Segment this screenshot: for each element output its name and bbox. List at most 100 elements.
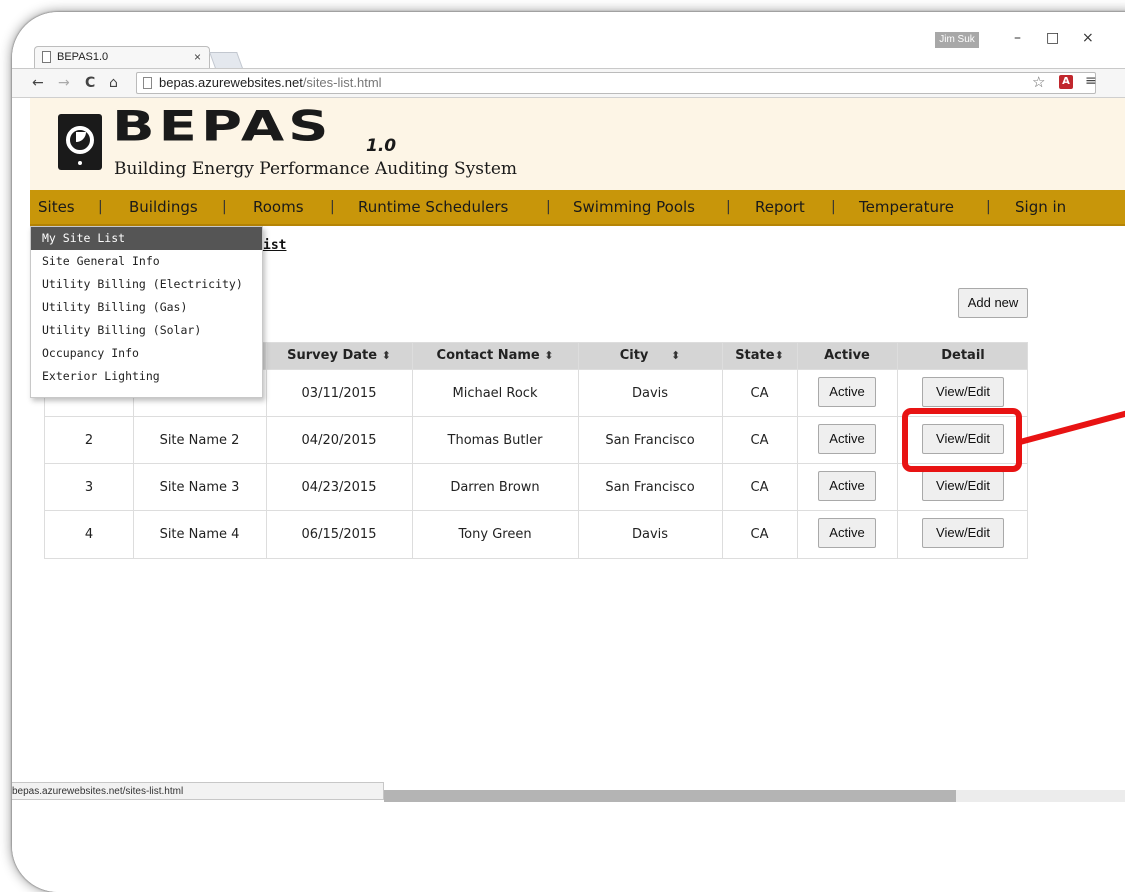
sort-icon: ⬍ bbox=[774, 349, 784, 362]
user-badge[interactable]: Jim Suk bbox=[935, 32, 979, 48]
horizontal-scrollbar-thumb[interactable] bbox=[384, 790, 956, 802]
col-header-active: Active bbox=[824, 348, 870, 363]
cell-state: CA bbox=[750, 480, 769, 495]
col-header-detail: Detail bbox=[941, 348, 985, 363]
main-navbar: Sites | Buildings | Rooms | Runtime Sche… bbox=[30, 190, 1125, 226]
status-bar: bepas.azurewebsites.net/sites-list.html bbox=[12, 782, 1125, 892]
forward-icon[interactable]: → bbox=[58, 75, 70, 91]
col-header-survey-date[interactable]: Survey Date ⬍ bbox=[266, 343, 412, 369]
cell-id: 4 bbox=[84, 527, 94, 542]
highlight-annotation-box bbox=[902, 408, 1022, 472]
logo-title: BEPAS bbox=[112, 102, 333, 151]
nav-separator: | bbox=[546, 199, 551, 215]
tab-title: BEPAS1.0 bbox=[57, 51, 109, 63]
url-path: /sites-list.html bbox=[302, 75, 382, 90]
nav-temperature[interactable]: Temperature bbox=[859, 198, 954, 216]
cell-contact-name: Michael Rock bbox=[452, 386, 538, 401]
logo-icon bbox=[58, 114, 102, 170]
menu-item-utility-billing-electricity[interactable]: Utility Billing (Electricity) bbox=[31, 273, 262, 296]
nav-separator: | bbox=[330, 199, 335, 215]
nav-sites[interactable]: Sites bbox=[38, 198, 75, 216]
browser-window: BEPAS1.0 × Jim Suk – □ × ← → C ⌂ bepas.a… bbox=[12, 12, 1125, 892]
col-header-contact-name[interactable]: Contact Name ⬍ bbox=[412, 343, 578, 369]
cell-site-name: Site Name 4 bbox=[159, 527, 240, 542]
cell-contact-name: Thomas Butler bbox=[447, 433, 543, 448]
active-button[interactable]: Active bbox=[818, 518, 876, 548]
nav-separator: | bbox=[222, 199, 227, 215]
browser-menu-icon[interactable]: ≡ bbox=[1085, 73, 1097, 89]
cell-city: San Francisco bbox=[605, 480, 695, 495]
cell-city: San Francisco bbox=[605, 433, 695, 448]
cell-city: Davis bbox=[631, 386, 669, 401]
cell-id: 3 bbox=[84, 480, 94, 495]
active-button[interactable]: Active bbox=[818, 471, 876, 501]
nav-rooms[interactable]: Rooms bbox=[253, 198, 304, 216]
maximize-button[interactable]: □ bbox=[1046, 30, 1059, 46]
cell-id: 2 bbox=[84, 433, 94, 448]
minimize-button[interactable]: – bbox=[1014, 30, 1021, 46]
add-new-button[interactable]: Add new bbox=[958, 288, 1028, 318]
cell-survey-date: 04/23/2015 bbox=[301, 480, 377, 495]
document-icon bbox=[42, 51, 51, 63]
nav-report[interactable]: Report bbox=[755, 198, 805, 216]
cell-survey-date: 06/15/2015 bbox=[301, 527, 377, 542]
bookmark-star-icon[interactable]: ☆ bbox=[1032, 73, 1045, 91]
tab-close-icon[interactable]: × bbox=[194, 50, 201, 64]
browser-tab[interactable]: BEPAS1.0 × bbox=[34, 46, 210, 68]
menu-item-exterior-lighting[interactable]: Exterior Lighting bbox=[31, 365, 262, 388]
col-label: Contact Name bbox=[436, 348, 540, 363]
col-label: State bbox=[735, 348, 775, 363]
table-row: 3 Site Name 3 04/23/2015 Darren Brown Sa… bbox=[45, 463, 1027, 510]
nav-sign-in[interactable]: Sign in bbox=[1015, 198, 1066, 216]
col-header-city[interactable]: City ⬍ bbox=[578, 343, 722, 369]
col-label: Survey Date bbox=[287, 348, 378, 363]
menu-item-utility-billing-solar[interactable]: Utility Billing (Solar) bbox=[31, 319, 262, 342]
nav-runtime-schedulers[interactable]: Runtime Schedulers bbox=[358, 198, 508, 216]
cell-contact-name: Tony Green bbox=[458, 527, 532, 542]
cell-state: CA bbox=[750, 527, 769, 542]
screenshot-frame: BEPAS1.0 × Jim Suk – □ × ← → C ⌂ bepas.a… bbox=[0, 0, 1125, 892]
gauge-icon bbox=[66, 126, 94, 154]
cell-site-name: Site Name 2 bbox=[159, 433, 240, 448]
home-icon[interactable]: ⌂ bbox=[109, 75, 118, 91]
pdf-extension-icon[interactable]: A bbox=[1059, 75, 1073, 89]
url-input[interactable]: bepas.azurewebsites.net/sites-list.html bbox=[136, 72, 1096, 94]
cell-survey-date: 04/20/2015 bbox=[301, 433, 377, 448]
nav-separator: | bbox=[726, 199, 731, 215]
reload-icon[interactable]: C bbox=[85, 75, 95, 91]
status-url: bepas.azurewebsites.net/sites-list.html bbox=[12, 782, 384, 800]
cell-city: Davis bbox=[631, 527, 669, 542]
nav-separator: | bbox=[986, 199, 991, 215]
active-button[interactable]: Active bbox=[818, 424, 876, 454]
active-button[interactable]: Active bbox=[818, 377, 876, 407]
cell-survey-date: 03/11/2015 bbox=[301, 386, 377, 401]
cell-state: CA bbox=[750, 386, 769, 401]
menu-item-utility-billing-gas[interactable]: Utility Billing (Gas) bbox=[31, 296, 262, 319]
menu-item-occupancy-info[interactable]: Occupancy Info bbox=[31, 342, 262, 365]
nav-separator: | bbox=[831, 199, 836, 215]
cell-site-name: Site Name 3 bbox=[159, 480, 240, 495]
view-edit-button[interactable]: View/Edit bbox=[922, 471, 1004, 501]
nav-swimming-pools[interactable]: Swimming Pools bbox=[573, 198, 695, 216]
header-banner: BEPAS 1.0 Building Energy Performance Au… bbox=[30, 98, 1125, 190]
close-window-button[interactable]: × bbox=[1082, 30, 1094, 46]
url-host: bepas.azurewebsites.net bbox=[159, 75, 303, 90]
logo-subtitle: Building Energy Performance Auditing Sys… bbox=[114, 159, 518, 179]
cell-contact-name: Darren Brown bbox=[450, 480, 540, 495]
sort-icon: ⬍ bbox=[671, 349, 681, 362]
menu-item-my-site-list[interactable]: My Site List bbox=[31, 227, 262, 250]
nav-buildings[interactable]: Buildings bbox=[129, 198, 198, 216]
page-heading: ist bbox=[263, 238, 287, 253]
col-header-state[interactable]: State⬍ bbox=[722, 343, 797, 369]
back-icon[interactable]: ← bbox=[32, 75, 44, 91]
annotation-arrow-line bbox=[1019, 410, 1125, 445]
nav-separator: | bbox=[98, 199, 103, 215]
menu-item-site-general-info[interactable]: Site General Info bbox=[31, 250, 262, 273]
sites-dropdown-menu: My Site List Site General Info Utility B… bbox=[30, 226, 263, 398]
page-icon bbox=[143, 77, 152, 89]
sort-icon: ⬍ bbox=[544, 349, 554, 362]
table-row: 4 Site Name 4 06/15/2015 Tony Green Davi… bbox=[45, 510, 1027, 557]
view-edit-button[interactable]: View/Edit bbox=[922, 518, 1004, 548]
new-tab-button[interactable] bbox=[209, 52, 243, 68]
view-edit-button[interactable]: View/Edit bbox=[922, 377, 1004, 407]
